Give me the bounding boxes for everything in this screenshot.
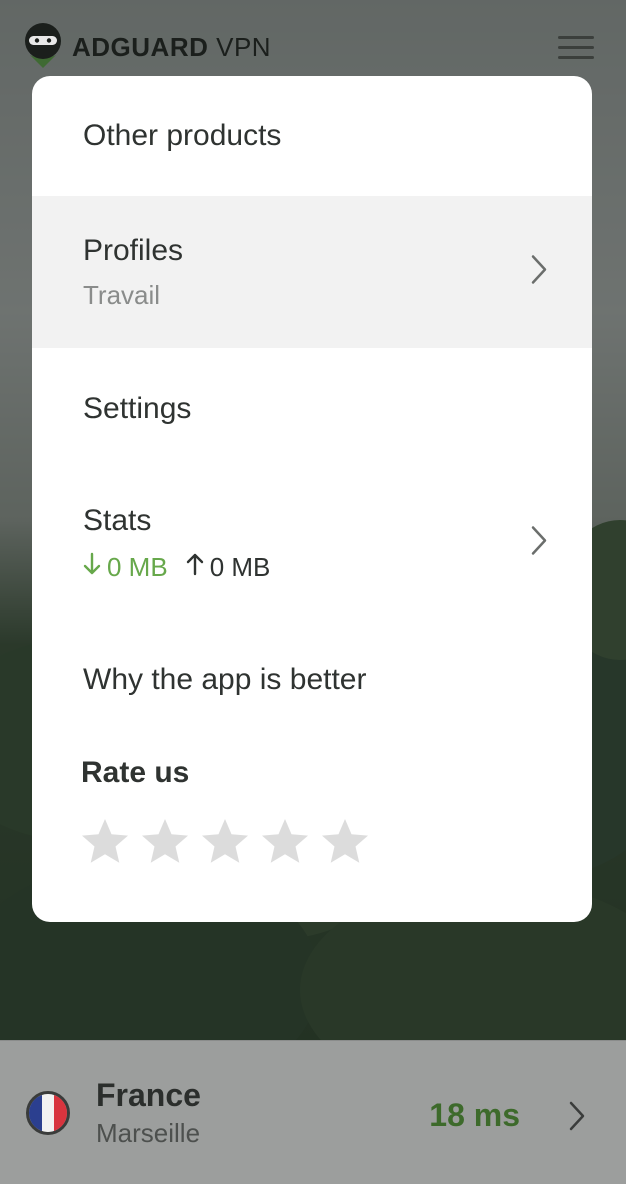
star-icon[interactable]	[321, 818, 369, 869]
chevron-right-icon	[568, 1101, 586, 1136]
chevron-right-icon	[530, 255, 548, 290]
star-rating	[81, 818, 592, 869]
star-icon[interactable]	[261, 818, 309, 869]
ping-value: 18 ms	[429, 1097, 520, 1133]
chevron-right-icon	[530, 526, 548, 561]
menu-item-profiles[interactable]: Profiles Travail	[32, 196, 592, 348]
dropdown-menu: Other products Profiles Travail Settings…	[32, 76, 592, 922]
star-icon[interactable]	[201, 818, 249, 869]
location-text: France Marseille	[96, 1077, 201, 1149]
upload-value: 0 MB	[209, 551, 271, 582]
download-value: 0 MB	[107, 551, 168, 582]
menu-item-settings[interactable]: Settings	[32, 348, 592, 470]
star-icon[interactable]	[141, 818, 189, 869]
rate-us-label: Rate us	[81, 756, 190, 789]
star-icon[interactable]	[81, 818, 129, 869]
stats-traffic: 0 MB 0 MB	[83, 552, 592, 583]
rate-us-section: Rate us	[32, 744, 592, 869]
france-flag-icon	[26, 1090, 70, 1135]
menu-item-other-products[interactable]: Other products	[32, 76, 592, 196]
menu-item-label: Settings	[83, 392, 192, 425]
download-stat: 0 MB	[83, 552, 168, 583]
location-city: Marseille	[96, 1117, 201, 1148]
menu-icon[interactable]	[558, 35, 594, 59]
menu-item-label: Why the app is better	[83, 663, 367, 696]
menu-item-label: Stats	[83, 503, 152, 537]
menu-item-label: Profiles	[83, 233, 184, 267]
location-selector[interactable]: France Marseille 18 ms	[0, 1040, 626, 1184]
brand-logo[interactable]: ADGUARD VPN	[24, 21, 271, 74]
arrow-up-icon	[186, 552, 204, 583]
location-country: France	[96, 1076, 201, 1113]
upload-stat: 0 MB	[186, 551, 271, 583]
brand-name: ADGUARD VPN	[72, 31, 272, 62]
menu-item-stats[interactable]: Stats 0 MB 0 MB	[32, 470, 592, 616]
logo-icon	[24, 21, 62, 74]
menu-item-label: Other products	[83, 119, 282, 152]
menu-item-why-app-is-better[interactable]: Why the app is better	[32, 616, 592, 744]
current-profile: Travail	[83, 279, 161, 310]
arrow-down-icon	[83, 552, 101, 583]
